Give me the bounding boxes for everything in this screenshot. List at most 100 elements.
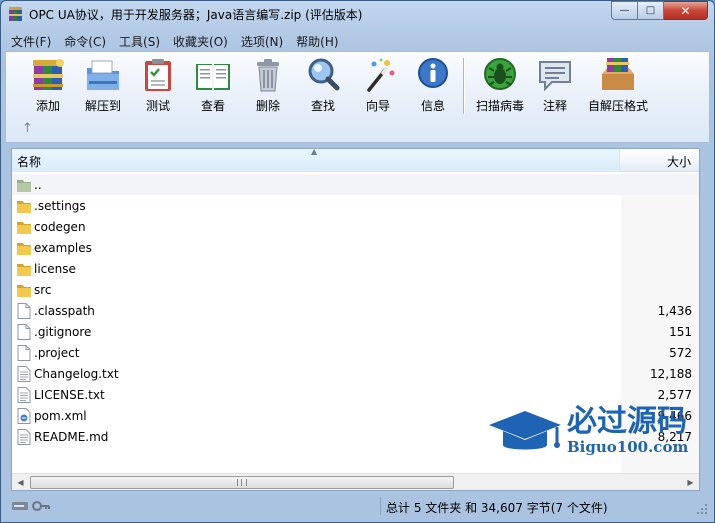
comment-button[interactable]: 注释	[525, 56, 585, 116]
watermark-logo: 必过源码 Biguo100.com	[487, 403, 697, 465]
menu-file[interactable]: 文件(F)	[5, 31, 58, 51]
file-name: examples	[34, 241, 92, 255]
column-header-size[interactable]: 大小	[667, 153, 691, 170]
text-file-icon	[17, 366, 31, 382]
delete-button[interactable]: 删除	[238, 56, 298, 116]
status-summary: 总计 5 文件夹 和 34,607 字节(7 个文件)	[380, 497, 690, 515]
info-button[interactable]: 信息	[403, 56, 463, 116]
window-title: OPC UA协议，用于开发服务器；Java语言编写.zip (评估版本)	[29, 8, 363, 22]
test-label: 测试	[145, 99, 170, 113]
file-icon	[17, 345, 31, 361]
menu-favorites[interactable]: 收藏夹(O)	[167, 31, 235, 51]
menu-tools[interactable]: 工具(S)	[113, 31, 167, 51]
delete-trash-icon	[257, 59, 279, 92]
file-name: LICENSE.txt	[34, 388, 105, 402]
scroll-left-arrow-icon[interactable]: ◀	[12, 474, 29, 490]
info-label: 信息	[420, 99, 445, 113]
list-row[interactable]: examples	[12, 237, 699, 258]
list-row[interactable]: .settings	[12, 195, 699, 216]
toolbar-separator	[463, 58, 465, 114]
resize-grip-icon[interactable]	[696, 503, 708, 515]
list-header: 名称 ▲ 大小	[12, 149, 699, 172]
file-icon	[17, 303, 31, 319]
sfx-button[interactable]: 自解压格式	[581, 56, 655, 116]
sfx-archive-icon	[602, 58, 634, 90]
watermark-subtitle: Biguo100.com	[567, 438, 689, 456]
winrar-window: OPC UA协议，用于开发服务器；Java语言编写.zip (评估版本) — □…	[0, 0, 715, 523]
list-row[interactable]: ..	[12, 174, 699, 195]
list-row[interactable]: codegen	[12, 216, 699, 237]
list-row[interactable]: .gitignore 151	[12, 321, 699, 342]
view-label: 查看	[200, 99, 225, 113]
info-icon	[418, 58, 448, 88]
file-name: src	[34, 283, 52, 297]
comment-icon	[539, 61, 571, 92]
text-file-icon	[17, 429, 31, 445]
file-size: 12,188	[650, 367, 692, 381]
file-name: Changelog.txt	[34, 367, 119, 381]
status-drive-key-icon[interactable]	[11, 500, 51, 512]
virus-scan-icon	[484, 58, 516, 90]
list-row[interactable]: Changelog.txt 12,188	[12, 363, 699, 384]
xml-file-icon	[17, 408, 31, 424]
list-row[interactable]: license	[12, 258, 699, 279]
file-name: .project	[34, 346, 80, 360]
scrollbar-thumb[interactable]	[30, 476, 454, 489]
parent-folder-icon	[17, 177, 31, 193]
horizontal-scrollbar[interactable]: ◀ ▶	[12, 473, 699, 490]
add-button[interactable]: 添加	[18, 56, 78, 116]
file-size: 572	[669, 346, 692, 360]
menu-bar: 文件(F) 命令(C) 工具(S) 收藏夹(O) 选项(N) 帮助(H)	[5, 31, 346, 51]
find-magnifier-icon	[308, 58, 340, 91]
title-bar: OPC UA协议，用于开发服务器；Java语言编写.zip (评估版本) — □…	[1, 1, 714, 27]
folder-icon	[17, 198, 31, 214]
virus-scan-button[interactable]: 扫描病毒	[468, 56, 532, 116]
winrar-app-icon[interactable]	[8, 6, 24, 22]
file-name: .settings	[34, 199, 86, 213]
extract-to-label: 解压到	[84, 99, 121, 113]
list-row[interactable]: .project 572	[12, 342, 699, 363]
graduation-cap-icon	[489, 411, 561, 450]
file-name: README.md	[34, 430, 109, 444]
list-row[interactable]: LICENSE.txt 2,577	[12, 384, 699, 405]
scrollbar-grip-icon	[237, 479, 247, 486]
folder-icon	[17, 261, 31, 277]
file-name: ..	[34, 178, 42, 192]
list-row[interactable]: src	[12, 279, 699, 300]
extract-to-icon	[87, 60, 119, 90]
menu-options[interactable]: 选项(N)	[235, 31, 290, 51]
add-label: 添加	[35, 99, 60, 113]
folder-icon	[17, 282, 31, 298]
file-icon	[17, 324, 31, 340]
column-header-name[interactable]: 名称 ▲	[12, 149, 620, 172]
scroll-right-arrow-icon[interactable]: ▶	[682, 474, 699, 490]
file-name: license	[34, 262, 76, 276]
add-archive-icon	[33, 59, 64, 90]
wizard-wand-icon	[367, 58, 395, 92]
test-button[interactable]: 测试	[128, 56, 188, 116]
find-button[interactable]: 查找	[293, 56, 353, 116]
folder-icon	[17, 219, 31, 235]
file-name: .gitignore	[34, 325, 92, 339]
view-button[interactable]: 查看	[183, 56, 243, 116]
file-name: pom.xml	[34, 409, 87, 423]
text-file-icon	[17, 387, 31, 403]
status-bar: 总计 5 文件夹 和 34,607 字节(7 个文件)	[5, 495, 710, 517]
close-button[interactable]: ✕	[664, 1, 708, 20]
file-size: 1,436	[657, 304, 692, 318]
wizard-button[interactable]: 向导	[348, 56, 408, 116]
minimize-button[interactable]: —	[611, 1, 638, 20]
wizard-label: 向导	[365, 99, 390, 113]
extract-to-button[interactable]: 解压到	[73, 56, 133, 116]
up-folder-arrow-icon[interactable]: ↑	[22, 122, 36, 136]
comment-label: 注释	[542, 99, 567, 113]
toolbar: 添加 解压到 测试 查看 删除 查找 向导 信息 扫描病毒 注释 自解压格式 ↑	[5, 51, 710, 143]
menu-commands[interactable]: 命令(C)	[58, 31, 113, 51]
menu-help[interactable]: 帮助(H)	[290, 31, 345, 51]
maximize-button[interactable]: □	[638, 1, 664, 20]
file-name: codegen	[34, 220, 86, 234]
sfx-label: 自解压格式	[587, 99, 648, 113]
list-row[interactable]: .classpath 1,436	[12, 300, 699, 321]
folder-icon	[17, 240, 31, 256]
column-name-label: 名称	[17, 155, 42, 169]
